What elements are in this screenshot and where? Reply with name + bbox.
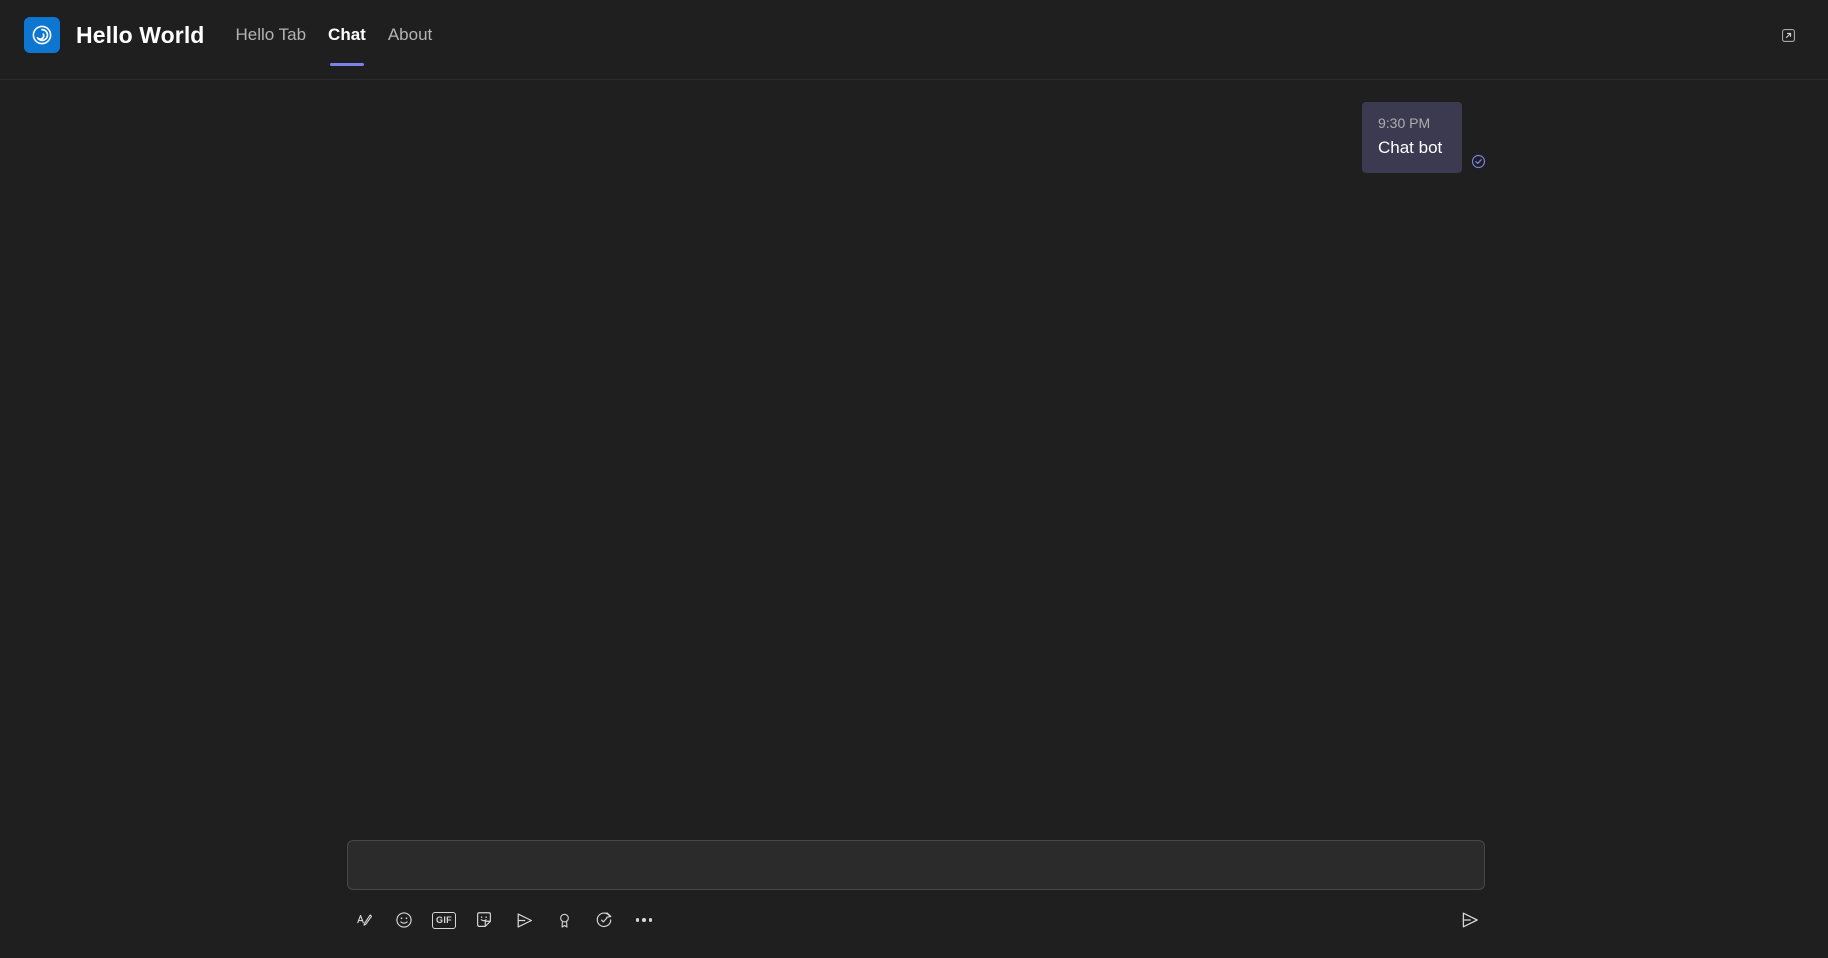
schedule-icon[interactable]: [589, 905, 619, 935]
message-sent-check-icon: [1470, 153, 1486, 169]
gif-label: GIF: [432, 911, 456, 929]
compose-area: GIF: [0, 840, 1828, 958]
message-text: Chat bot: [1378, 138, 1443, 157]
tab-about[interactable]: About: [377, 0, 443, 70]
compose-toolbar: GIF: [347, 904, 1485, 936]
header-branding: Hello World: [0, 0, 204, 70]
more-options-icon[interactable]: [629, 905, 659, 935]
praise-icon[interactable]: [549, 905, 579, 935]
compose-inner: GIF: [347, 840, 1485, 936]
message-list: 9:30 PM Chat bot: [0, 80, 1828, 840]
app-header: Hello World Hello Tab Chat About: [0, 0, 1828, 80]
gif-icon[interactable]: GIF: [429, 905, 459, 935]
emoji-icon[interactable]: [389, 905, 419, 935]
message-bubble[interactable]: 9:30 PM Chat bot: [1362, 102, 1462, 173]
open-in-new-window-icon[interactable]: [1772, 19, 1804, 51]
tab-bar: Hello Tab Chat About: [224, 0, 443, 80]
sticker-icon[interactable]: [469, 905, 499, 935]
page-title: Hello World: [76, 21, 205, 48]
message-input[interactable]: [362, 856, 1470, 874]
send-plane-icon[interactable]: [509, 905, 539, 935]
message-row: 9:30 PM Chat bot: [0, 102, 1828, 173]
message-input-box[interactable]: [347, 840, 1485, 890]
spiral-logo-icon: [24, 17, 60, 53]
tab-label: Chat: [328, 25, 366, 44]
format-icon[interactable]: [349, 905, 379, 935]
ellipsis-glyph: [635, 918, 653, 922]
tab-label: About: [387, 25, 433, 44]
tab-hello-tab[interactable]: Hello Tab: [224, 0, 317, 70]
tab-label: Hello Tab: [235, 25, 307, 44]
send-button[interactable]: [1455, 905, 1485, 935]
teams-app-window: Hello World Hello Tab Chat About 9:30 PM…: [0, 0, 1828, 958]
header-actions: [1772, 0, 1828, 70]
tab-chat[interactable]: Chat: [317, 0, 377, 70]
message-timestamp: 9:30 PM: [1378, 115, 1431, 131]
